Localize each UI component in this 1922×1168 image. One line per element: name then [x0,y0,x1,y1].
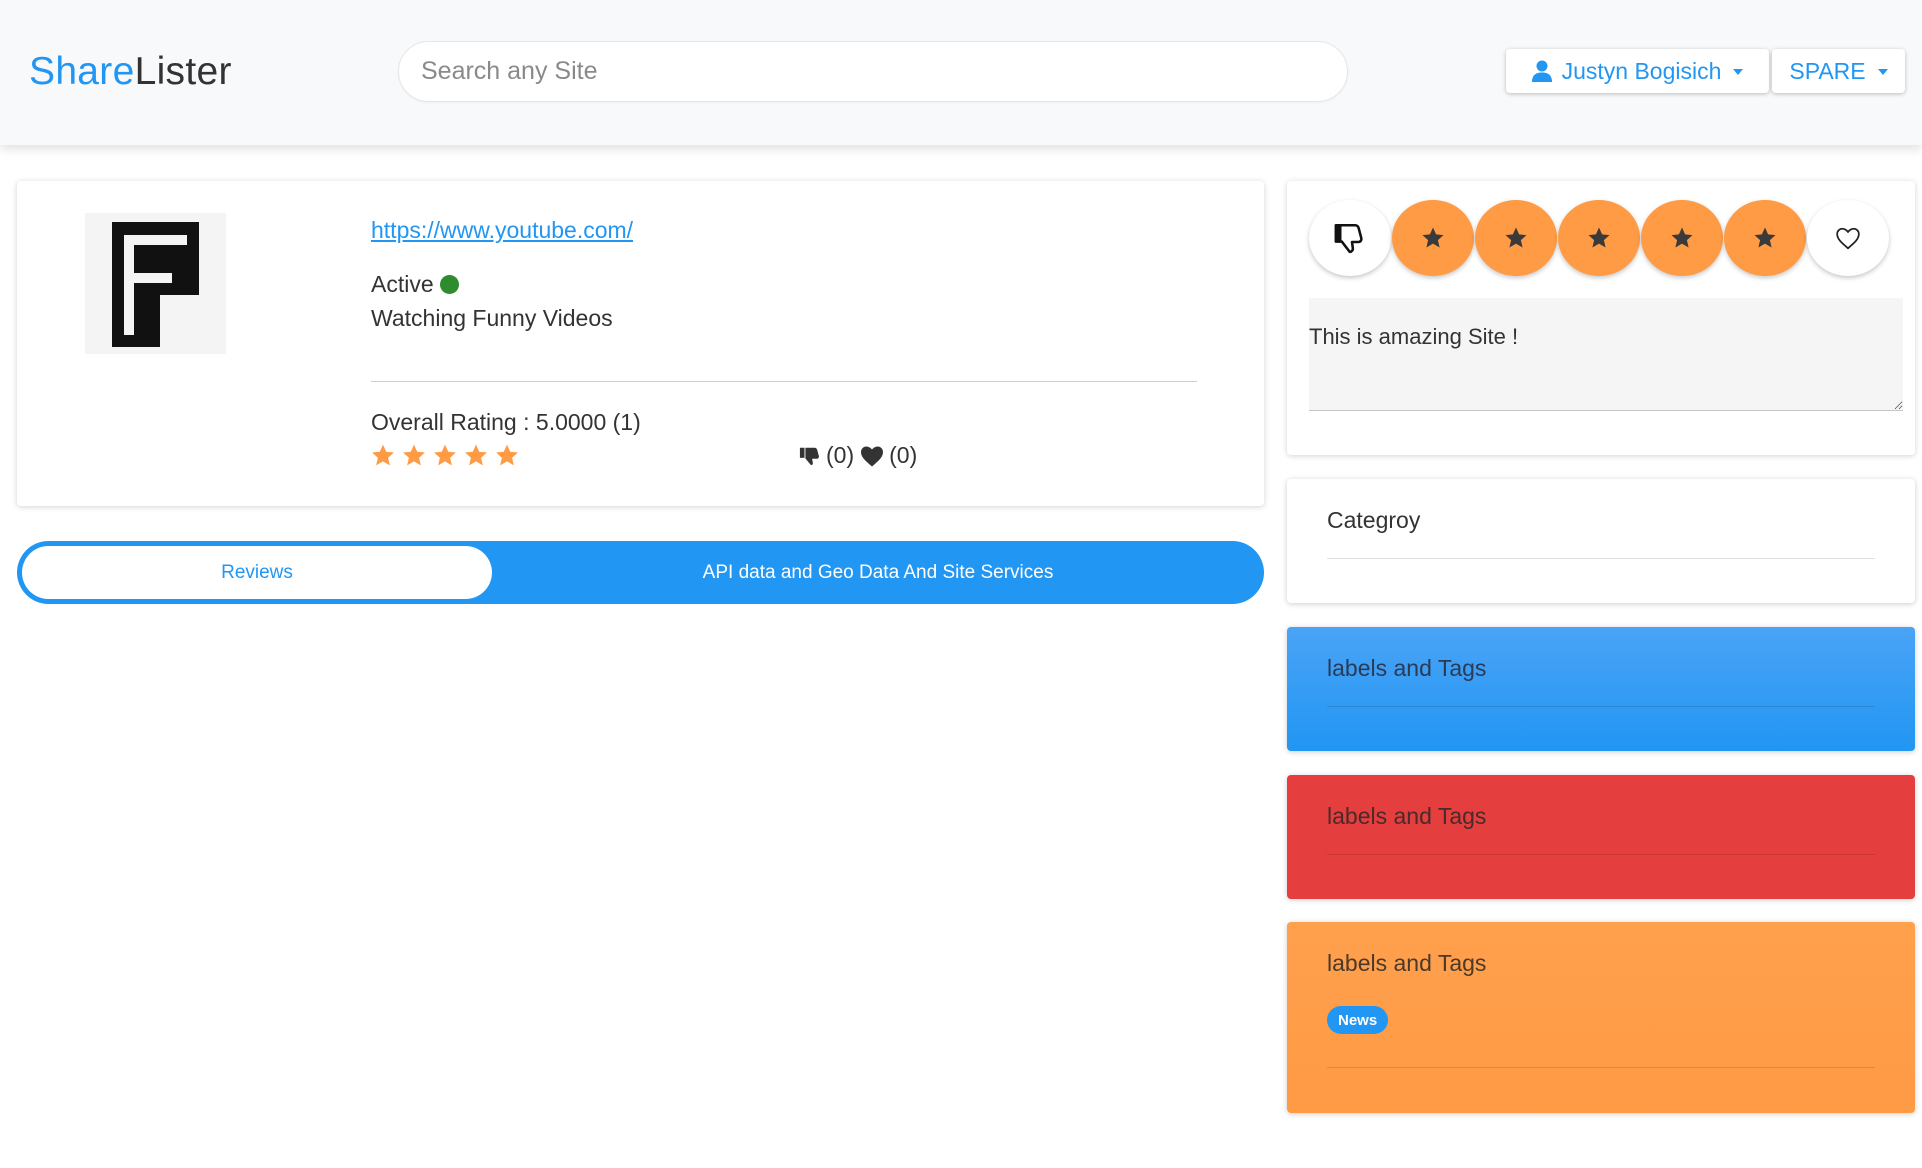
user-menu-button[interactable]: Justyn Bogisich [1506,49,1769,93]
heart-icon [861,446,884,466]
spare-menu-button[interactable]: SPARE [1772,49,1905,93]
star-rating-1-button[interactable] [1392,200,1474,276]
star-rating-5-button[interactable] [1724,200,1806,276]
star-icon [1422,227,1444,248]
like-count: (0) [889,442,918,468]
brand-lister: Lister [134,50,232,93]
review-card: This is amazing Site ! [1287,181,1915,455]
reaction-counts: (0) (0) [799,442,917,469]
top-navbar: ShareLister Justyn Bogisich SPARE [0,0,1922,145]
rating-buttons [1309,200,1890,276]
rating-stars [370,443,520,468]
overall-rating: Overall Rating : 5.0000 (1) [371,409,641,435]
tab-reviews[interactable]: Reviews [22,546,492,599]
divider [1327,706,1875,707]
star-rating-3-button[interactable] [1558,200,1640,276]
thumbs-down-icon [1334,223,1363,254]
star-rating-4-button[interactable] [1641,200,1723,276]
site-url-link[interactable]: https://www.youtube.com/ [371,217,633,244]
site-info-card: https://www.youtube.com/ Active Watching… [17,181,1264,506]
thumbs-down-icon [799,447,819,465]
tag-badge-news[interactable]: News [1327,1006,1389,1034]
status-dot-icon [439,275,459,294]
user-icon [1531,60,1552,82]
tags-title: labels and Tags [1327,803,1487,829]
chevron-down-icon [1733,69,1744,75]
category-title: Categroy [1327,507,1421,533]
divider [1327,854,1875,855]
tags-title: labels and Tags [1327,950,1487,976]
heart-outline-icon [1836,227,1860,250]
search-input[interactable] [398,41,1348,102]
user-name: Justyn Bogisich [1561,57,1722,84]
star-icon [434,444,456,466]
favorite-button[interactable] [1807,200,1889,276]
star-rating-2-button[interactable] [1475,200,1557,276]
tags-card-blue: labels and Tags [1287,627,1915,751]
star-icon [1754,227,1776,248]
star-icon [372,444,394,466]
chevron-down-icon [1877,69,1888,75]
star-icon [1505,227,1527,248]
divider [1327,1067,1875,1068]
tab-bar: Reviews API data and Geo Data And Site S… [17,541,1264,604]
site-description: Watching Funny Videos [371,305,613,331]
brand-share: Share [29,50,135,93]
site-logo [85,213,226,354]
tab-api-data[interactable]: API data and Geo Data And Site Services [492,541,1264,604]
star-icon [1671,227,1693,248]
divider [1327,558,1875,559]
star-icon [403,444,425,466]
dislike-count: (0) [826,442,855,468]
star-icon [465,444,487,466]
tags-card-red: labels and Tags [1287,775,1915,899]
star-icon [1588,227,1610,248]
category-card: Categroy [1287,479,1915,603]
review-textarea[interactable]: This is amazing Site ! [1309,298,1903,411]
tags-card-orange: labels and Tags News [1287,922,1915,1113]
brand-logo[interactable]: ShareLister [29,48,232,96]
divider [371,381,1197,382]
site-logo-icon [112,222,199,347]
spare-label: SPARE [1789,57,1866,84]
status-text: Active [371,271,434,297]
star-icon [496,444,518,466]
dislike-button[interactable] [1309,200,1391,276]
tags-title: labels and Tags [1327,655,1487,681]
site-status: Active [371,271,459,298]
